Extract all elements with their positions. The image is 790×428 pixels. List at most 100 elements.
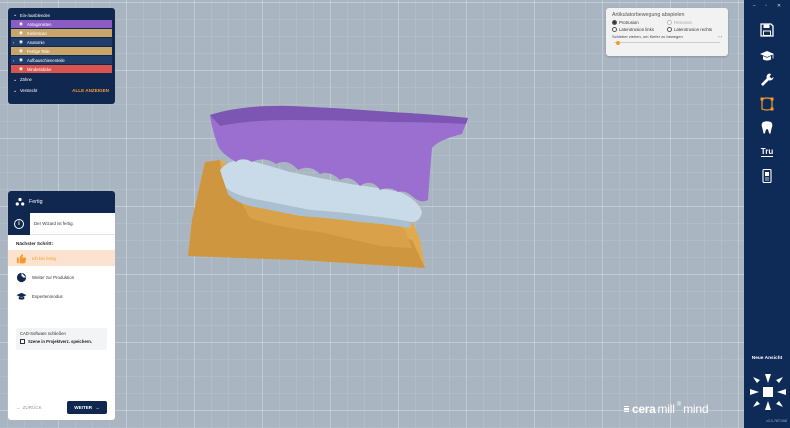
eye-icon[interactable]: ◉ bbox=[19, 30, 27, 36]
step-production-label: Weiter zur Produktion bbox=[32, 274, 75, 280]
step-expert-mode[interactable]: Expertenmodus bbox=[8, 288, 115, 304]
visibility-row-label: Kieferscan bbox=[27, 30, 47, 36]
hidden-label: Versteckt bbox=[20, 88, 38, 93]
articulator-option[interactable]: Protrusion bbox=[612, 20, 667, 25]
new-view-label: Neue Ansicht bbox=[751, 356, 783, 361]
done-icon bbox=[15, 197, 25, 206]
logo-registered: ® bbox=[676, 402, 682, 408]
scan-icon[interactable] bbox=[757, 166, 777, 186]
articulator-option-label: Retrusion bbox=[674, 20, 693, 25]
show-all-button[interactable]: ALLE ANZEIGEN bbox=[72, 88, 109, 93]
nav-down[interactable] bbox=[765, 401, 771, 410]
radio-button[interactable] bbox=[667, 26, 672, 32]
next-label: WEITER bbox=[74, 405, 93, 410]
articulator-title: Artikulatorbewegung abspielen bbox=[612, 12, 685, 18]
arrow-left-icon: ← bbox=[16, 405, 21, 410]
next-step-label: Nächster Schritt: bbox=[16, 241, 54, 246]
cad-close-box: CAD-Software schließen Szene in Projektv… bbox=[16, 328, 107, 350]
save-icon[interactable] bbox=[757, 20, 777, 40]
nav-right[interactable] bbox=[777, 389, 786, 395]
eye-icon[interactable]: ◉ bbox=[19, 48, 27, 54]
cad-close-label: CAD-Software schließen bbox=[20, 331, 66, 336]
step-finished-label: Ich bin fertig bbox=[32, 255, 56, 261]
nav-lower-left[interactable] bbox=[753, 401, 760, 407]
ceramill-mind-logo: cera mill ® mind bbox=[624, 402, 709, 416]
eye-icon[interactable]: ◉ bbox=[19, 66, 27, 72]
wizard-title: Fertig bbox=[29, 199, 43, 205]
save-scene-label: Szene in Projektverz. speichern. bbox=[28, 339, 93, 344]
step-finished[interactable]: Ich bin fertig bbox=[8, 250, 115, 266]
save-scene-checkbox[interactable]: Szene in Projektverz. speichern. bbox=[20, 339, 103, 344]
nav-lower-right[interactable] bbox=[776, 401, 783, 407]
tooth-icon[interactable] bbox=[757, 118, 777, 138]
visibility-row[interactable]: › ◉ Aufbauschienenteile bbox=[11, 56, 112, 64]
articulator-slider[interactable] bbox=[612, 40, 722, 45]
restore-button[interactable]: ▫ bbox=[765, 3, 767, 9]
eye-icon[interactable]: ◉ bbox=[19, 39, 27, 45]
slider-hint: Schieber ziehen, um Kiefer zu bewegen bbox=[612, 33, 683, 39]
graduation-cap-icon bbox=[16, 292, 27, 300]
logo-mark-icon bbox=[624, 405, 629, 413]
eye-icon[interactable]: ◉ bbox=[19, 57, 27, 63]
checkbox-box[interactable] bbox=[20, 339, 25, 344]
right-toolbar: – ▫ ✕ Tru Neue Ansicht v3.0-7871/68 bbox=[744, 0, 790, 428]
visibility-panel: ⌄ Ein-/ausblenden ◉ Antagonisten ◉ Kiefersc… bbox=[8, 8, 115, 104]
step-expert-label: Expertenmodus bbox=[32, 293, 63, 299]
eye-icon[interactable]: ◉ bbox=[19, 21, 27, 27]
articulator-option[interactable]: Laterotrusion rechts bbox=[667, 26, 722, 32]
articulator-panel: Artikulatorbewegung abspielen Protrusion… bbox=[606, 8, 728, 56]
arrow-right-icon: → bbox=[95, 405, 100, 410]
logo-part-mind: mind bbox=[683, 402, 709, 416]
slider-track bbox=[614, 42, 720, 43]
visibility-row[interactable]: ◉ Antagonisten bbox=[11, 20, 112, 28]
articulator-option-label: Laterotrusion links bbox=[619, 26, 654, 32]
version-label: v3.0-7871/68 bbox=[766, 419, 787, 423]
visibility-row-label: Anatomie bbox=[27, 39, 45, 45]
dental-model-3d[interactable] bbox=[180, 100, 480, 275]
hidden-toggle[interactable]: ⌄ Versteckt ALLE ANZEIGEN bbox=[11, 86, 112, 95]
logo-part-cera: cera bbox=[632, 402, 656, 416]
visibility-row[interactable]: ◉ Kieferscan bbox=[11, 29, 112, 37]
visibility-row[interactable]: › ◉ Anatomie bbox=[11, 38, 112, 46]
window-controls: – ▫ ✕ bbox=[748, 3, 786, 9]
wizard-header: Fertig bbox=[8, 191, 115, 213]
visibility-row[interactable]: ◉ Fertige Teile bbox=[11, 47, 112, 55]
close-button[interactable]: ✕ bbox=[777, 3, 781, 9]
articulator-option-label: Protrusion bbox=[619, 20, 639, 25]
back-button[interactable]: ← ZURÜCK bbox=[16, 405, 42, 410]
nav-up[interactable] bbox=[765, 374, 771, 383]
wrench-icon[interactable] bbox=[757, 70, 777, 90]
logo-part-mill: mill bbox=[657, 402, 675, 416]
slider-nav-arrows[interactable]: ‹ › bbox=[718, 34, 722, 39]
info-icon: i bbox=[8, 212, 30, 235]
graduation-cap-icon[interactable] bbox=[757, 46, 777, 66]
visibility-header[interactable]: ⌄ Ein-/ausblenden bbox=[11, 11, 112, 19]
tru-label: Tru bbox=[761, 147, 774, 156]
next-button[interactable]: WEITER → bbox=[67, 401, 107, 414]
teeth-toggle[interactable]: ⌄ Zähne bbox=[11, 75, 112, 84]
articulator-option[interactable]: Laterotrusion links bbox=[612, 26, 667, 32]
radio-button[interactable] bbox=[612, 26, 617, 32]
nav-left[interactable] bbox=[750, 389, 759, 395]
visibility-row-label: Aufbauschienenteile bbox=[27, 57, 65, 63]
radio-button bbox=[667, 20, 672, 25]
radio-button[interactable] bbox=[612, 20, 617, 25]
thumbs-up-icon bbox=[16, 253, 27, 263]
minimize-button[interactable]: – bbox=[753, 3, 756, 9]
nav-upper-right[interactable] bbox=[776, 377, 783, 383]
nav-center[interactable] bbox=[763, 387, 773, 397]
slider-knob[interactable] bbox=[616, 40, 620, 45]
tru-icon[interactable]: Tru bbox=[757, 142, 777, 162]
visibility-header-label: Ein-/ausblenden bbox=[20, 12, 51, 18]
nav-upper-left[interactable] bbox=[753, 377, 760, 383]
chevron-down-icon: ⌄ bbox=[13, 12, 18, 18]
step-production[interactable]: Weiter zur Produktion bbox=[8, 269, 115, 285]
chevron-down-icon: ⌄ bbox=[13, 76, 18, 83]
wizard-panel: Fertig i Der Wizard ist fertig. Nächster… bbox=[8, 191, 115, 420]
spline-icon[interactable] bbox=[757, 94, 777, 114]
production-icon bbox=[16, 272, 27, 282]
wizard-info-text: Der Wizard ist fertig. bbox=[34, 221, 74, 226]
visibility-row[interactable]: ◉ Mindestdicke bbox=[11, 65, 112, 73]
teeth-label: Zähne bbox=[20, 77, 32, 82]
navigation-cube[interactable] bbox=[749, 372, 787, 412]
